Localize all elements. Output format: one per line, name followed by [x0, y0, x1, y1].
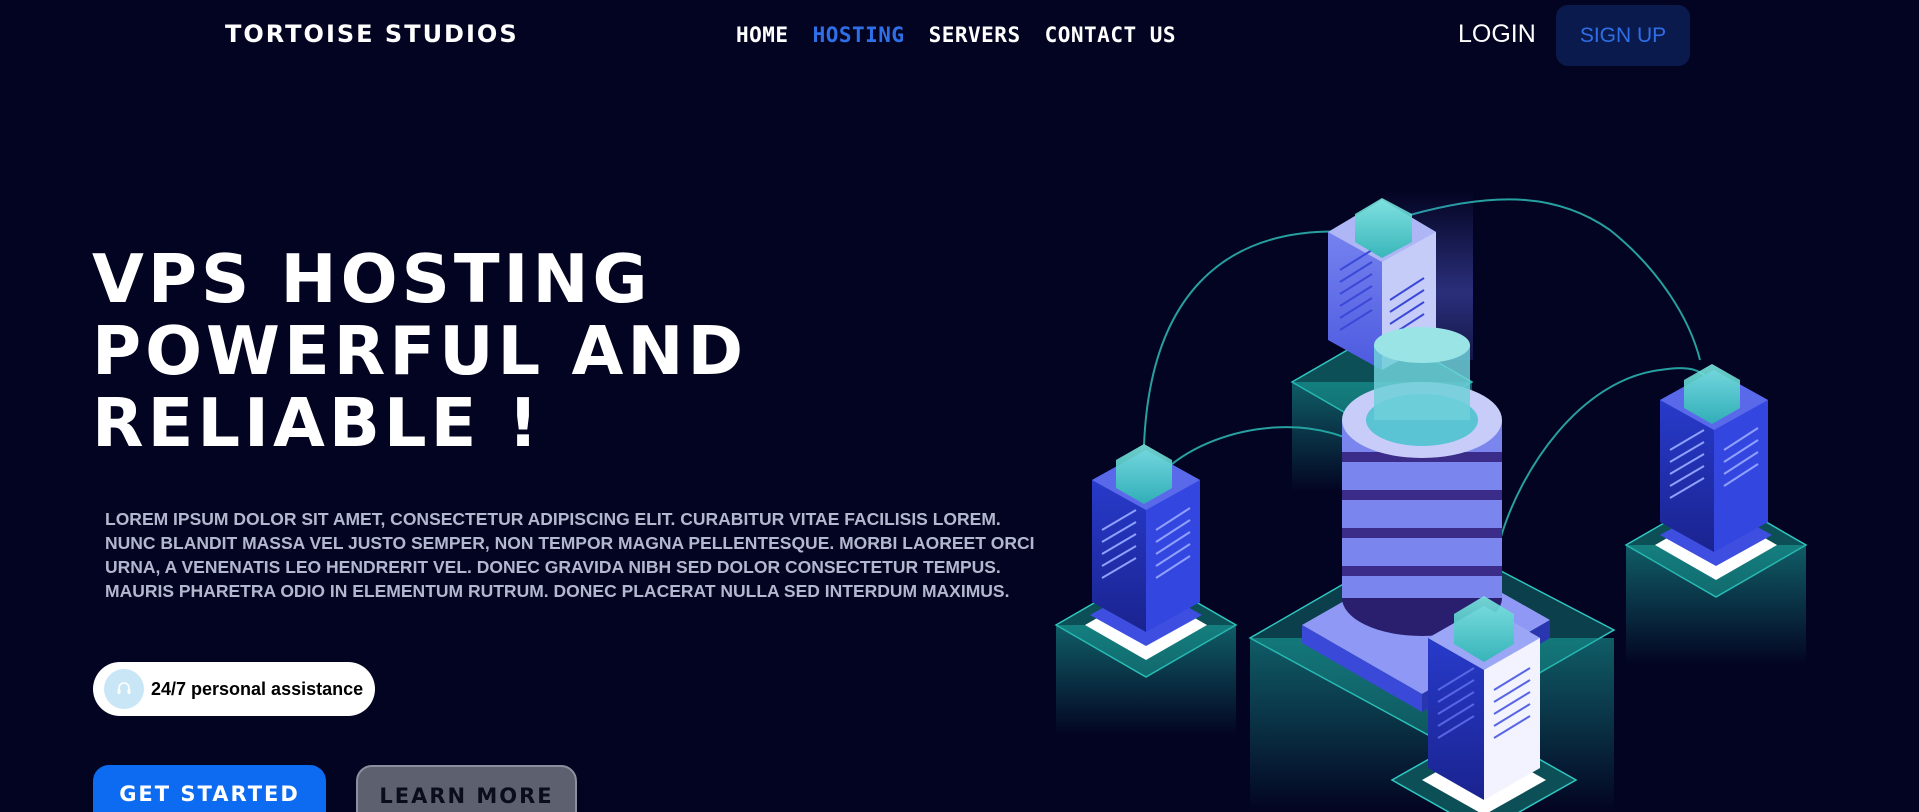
get-started-button[interactable]: GET STARTED [93, 765, 326, 812]
hero-title-line-1: VPS HOSTING [92, 240, 652, 318]
headset-icon [104, 669, 144, 709]
brand-logo[interactable]: TORTOISE STUDIOS [225, 20, 519, 48]
server-tower-left [1054, 444, 1238, 735]
nav-servers[interactable]: SERVERS [929, 23, 1021, 47]
hero-title: VPS HOSTING POWERFUL AND RELIABLE ! [92, 243, 892, 459]
learn-more-button[interactable]: LEARN MORE [356, 765, 577, 812]
hero-title-line-3: RELIABLE ! [92, 384, 543, 462]
main-nav: HOME HOSTING SERVERS CONTACT US [736, 23, 1176, 47]
assistance-badge: 24/7 personal assistance [93, 662, 376, 716]
login-link[interactable]: LOGIN [1458, 20, 1536, 49]
landing-page: TORTOISE STUDIOS HOME HOSTING SERVERS CO… [0, 0, 1919, 812]
nav-hosting[interactable]: HOSTING [813, 23, 905, 47]
scrollbar[interactable] [1911, 0, 1919, 812]
assistance-label: 24/7 personal assistance [151, 678, 364, 699]
nav-home[interactable]: HOME [736, 23, 789, 47]
server-tower-right [1624, 364, 1808, 665]
hero-description: LOREM IPSUM DOLOR SIT AMET, CONSECTETUR … [105, 509, 1035, 601]
signup-button[interactable]: SIGN UP [1556, 5, 1690, 66]
nav-contact-us[interactable]: CONTACT US [1045, 23, 1176, 47]
server-illustration [1054, 190, 1808, 812]
hero-title-line-2: POWERFUL AND [92, 312, 748, 390]
